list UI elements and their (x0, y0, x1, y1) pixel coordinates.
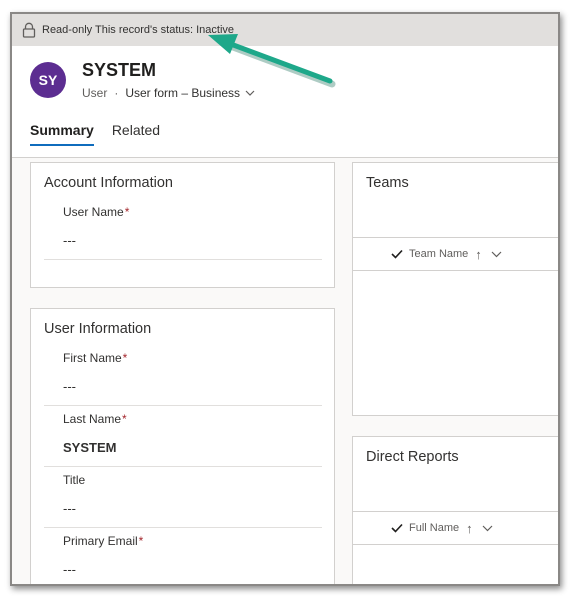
record-subtitle: User · User form – Business (82, 86, 255, 100)
divider (44, 527, 322, 528)
team-name-column-header[interactable]: Team Name (409, 248, 468, 260)
checkmark-icon[interactable] (391, 249, 403, 259)
sort-ascending-icon[interactable]: ↑ (466, 521, 473, 536)
user-name-field[interactable]: --- (63, 233, 76, 248)
user-information-section: User Information First Name* --- Last Na… (30, 308, 335, 584)
section-title: Direct Reports (366, 449, 459, 465)
teams-grid-header: Team Name ↑ (353, 237, 558, 271)
first-name-field[interactable]: --- (63, 379, 76, 394)
form-tabs: Summary Related (30, 122, 160, 146)
section-title: Account Information (44, 175, 173, 191)
checkmark-icon[interactable] (391, 523, 403, 533)
required-marker: * (122, 351, 128, 365)
title-field[interactable]: --- (63, 501, 76, 516)
section-title: User Information (44, 321, 152, 337)
notice-text: Read-only This record's status: Inactive (42, 24, 235, 36)
required-marker: * (138, 534, 144, 548)
last-name-field[interactable]: SYSTEM (63, 440, 116, 455)
app-window: Read-only This record's status: Inactive… (10, 12, 560, 586)
primary-email-label: Primary Email* (63, 534, 144, 548)
record-title: SYSTEM (82, 60, 157, 80)
read-only-notice-bar: Read-only This record's status: Inactive (12, 14, 558, 46)
section-title: Teams (366, 175, 409, 191)
divider (44, 466, 322, 467)
avatar: SY (30, 62, 66, 98)
entity-name: User (82, 86, 108, 100)
required-marker: * (124, 205, 130, 219)
primary-email-field[interactable]: --- (63, 562, 76, 577)
first-name-label: First Name* (63, 351, 128, 365)
form-name[interactable]: User form – Business (125, 86, 240, 100)
chevron-down-icon[interactable] (245, 89, 255, 97)
title-label: Title (63, 473, 86, 487)
chevron-down-icon[interactable] (491, 250, 502, 258)
direct-reports-grid-header: Full Name ↑ (353, 511, 558, 545)
divider (44, 405, 322, 406)
account-information-section: Account Information User Name* --- (30, 162, 335, 288)
last-name-label: Last Name* (63, 412, 127, 426)
tab-related[interactable]: Related (112, 122, 160, 146)
divider (44, 259, 322, 260)
separator: · (114, 86, 119, 100)
user-name-label: User Name* (63, 205, 130, 219)
teams-section: Teams Team Name ↑ (352, 162, 558, 416)
tab-summary[interactable]: Summary (30, 122, 94, 146)
required-marker: * (122, 412, 127, 426)
direct-reports-section: Direct Reports Full Name ↑ (352, 436, 558, 584)
form-selector[interactable]: User form – Business (125, 86, 240, 100)
chevron-down-icon[interactable] (482, 524, 493, 532)
lock-icon (22, 22, 36, 38)
record-header: SY SYSTEM User · User form – Business Su… (12, 46, 558, 158)
sort-ascending-icon[interactable]: ↑ (475, 247, 482, 262)
full-name-column-header[interactable]: Full Name (409, 522, 459, 534)
